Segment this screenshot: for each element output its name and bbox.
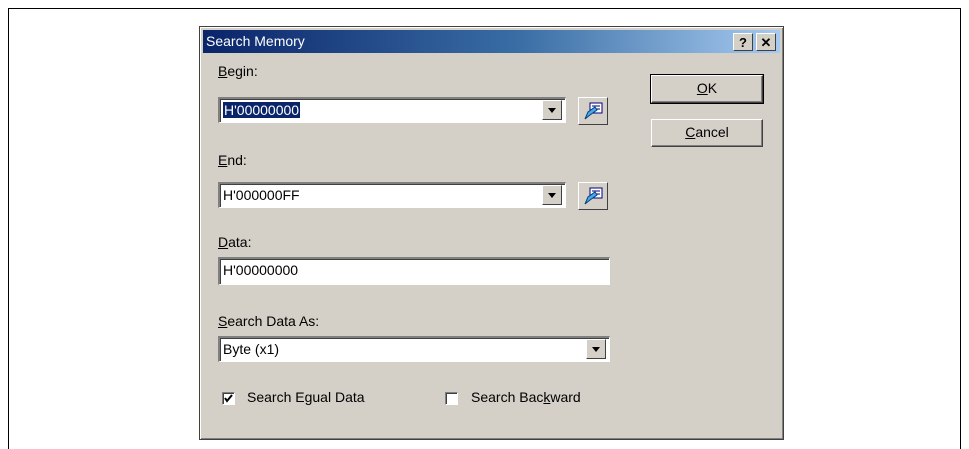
begin-picker-button[interactable] xyxy=(578,97,608,125)
document-frame-top xyxy=(8,8,961,9)
search-data-as-label: Search Data As: xyxy=(218,313,320,329)
cancel-button[interactable]: Cancel xyxy=(651,119,763,147)
search-equal-data-checkbox[interactable] xyxy=(222,392,235,405)
ok-button[interactable]: OK xyxy=(650,74,764,104)
end-value: H'000000FF xyxy=(223,187,300,203)
search-data-as-dropdown-button[interactable] xyxy=(586,339,606,359)
end-combobox[interactable]: H'000000FF xyxy=(218,182,566,208)
data-value: H'00000000 xyxy=(223,262,299,278)
help-button[interactable]: ? xyxy=(733,33,753,51)
title-bar[interactable]: Search Memory ? ✕ xyxy=(203,30,780,53)
address-picker-icon xyxy=(584,102,603,120)
begin-label: Begin: xyxy=(218,63,258,79)
close-button[interactable]: ✕ xyxy=(756,33,776,51)
search-equal-data-label[interactable]: Search Egual Data xyxy=(247,389,365,405)
begin-combobox[interactable]: H'00000000 xyxy=(218,97,566,123)
begin-value: H'00000000 xyxy=(223,102,301,118)
checkmark-icon xyxy=(224,394,233,403)
dialog-title: Search Memory xyxy=(206,33,305,49)
search-memory-dialog: Search Memory ? ✕ Begin: H'00000000 End:… xyxy=(199,26,784,440)
document-frame-left xyxy=(8,8,9,449)
search-data-as-value: Byte (x1) xyxy=(223,341,280,357)
data-label: Data: xyxy=(218,234,252,250)
close-icon: ✕ xyxy=(760,35,772,50)
begin-dropdown-button[interactable] xyxy=(542,100,562,120)
address-picker-icon xyxy=(584,187,603,205)
end-dropdown-button[interactable] xyxy=(542,185,562,205)
help-icon: ? xyxy=(739,35,747,50)
search-backward-checkbox[interactable] xyxy=(445,392,458,405)
data-input[interactable]: H'00000000 xyxy=(218,257,610,285)
search-backward-label[interactable]: Search Backward xyxy=(471,389,581,405)
search-data-as-select[interactable]: Byte (x1) xyxy=(218,336,610,362)
end-label: End: xyxy=(218,152,247,168)
document-frame-right xyxy=(960,8,961,449)
end-picker-button[interactable] xyxy=(578,182,608,210)
